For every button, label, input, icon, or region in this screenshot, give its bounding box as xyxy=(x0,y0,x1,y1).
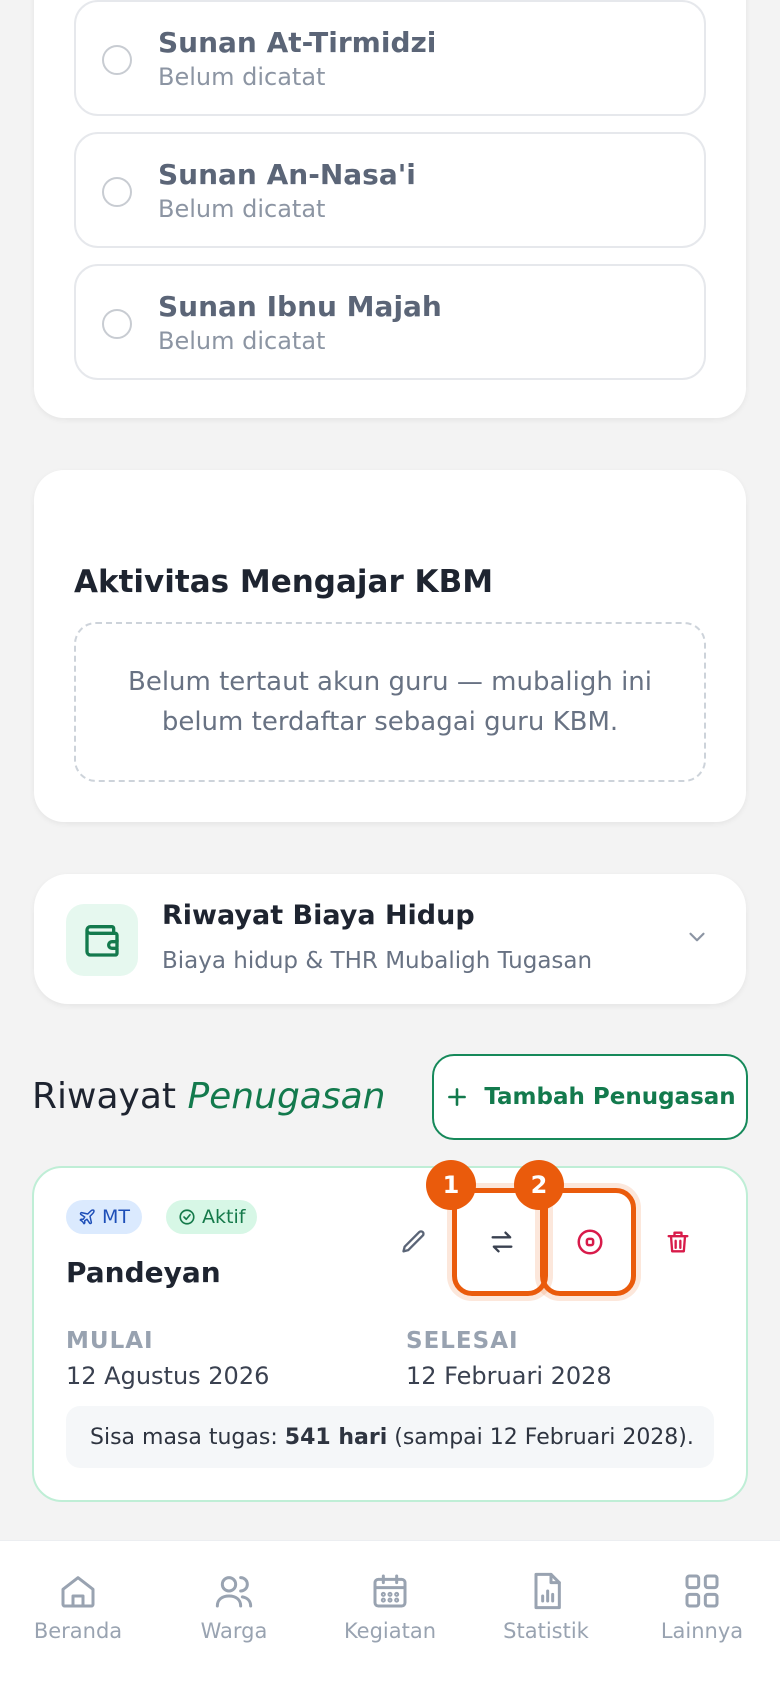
kbm-title: Aktivitas Mengajar KBM xyxy=(74,564,494,600)
tambah-penugasan-button[interactable]: Tambah Penugasan xyxy=(432,1054,748,1140)
stats-icon xyxy=(534,1572,561,1610)
nav-item-lainnya[interactable]: Lainnya xyxy=(632,1571,772,1643)
radio-circle[interactable] xyxy=(102,177,132,207)
book-status: Belum dicatat xyxy=(158,63,326,91)
nav-item-warga[interactable]: Warga xyxy=(164,1571,304,1643)
wallet-icon xyxy=(66,904,138,976)
book-item-tirmidzi[interactable]: Sunan At-Tirmidzi Belum dicatat xyxy=(74,0,706,116)
sisa-suffix: (sampai 12 Februari 2028). xyxy=(394,1424,694,1450)
nav-label: Statistik xyxy=(503,1619,589,1643)
nav-item-kegiatan[interactable]: Kegiatan xyxy=(320,1571,460,1643)
radio-circle[interactable] xyxy=(102,309,132,339)
biaya-title: Riwayat Biaya Hidup xyxy=(162,900,475,931)
start-label: MULAI xyxy=(66,1328,154,1354)
remaining-duration: Sisa masa tugas: 541 hari (sampai 12 Feb… xyxy=(66,1406,714,1468)
status-badge: Aktif xyxy=(166,1200,258,1234)
end-date: 12 Februari 2028 xyxy=(406,1362,612,1390)
users-icon xyxy=(215,1576,253,1608)
highlight-number-2: 2 xyxy=(514,1160,564,1210)
plus-icon xyxy=(448,1088,467,1106)
title-plain: Riwayat xyxy=(32,1076,176,1117)
kbm-empty-state: Belum tertaut akun guru — mubaligh ini b… xyxy=(74,622,706,782)
type-badge-label: MT xyxy=(102,1206,130,1228)
book-title: Sunan An-Nasa'i xyxy=(158,158,416,191)
start-date: 12 Agustus 2026 xyxy=(66,1362,270,1390)
delete-button[interactable] xyxy=(658,1222,698,1262)
sisa-days: 541 hari xyxy=(284,1424,388,1450)
plane-icon xyxy=(79,1209,95,1225)
nav-label: Kegiatan xyxy=(343,1619,437,1643)
sisa-prefix: Sisa masa tugas: xyxy=(90,1424,278,1450)
riwayat-penugasan-title: Riwayat Penugasan xyxy=(32,1076,386,1117)
nav-label: Warga xyxy=(200,1619,268,1643)
book-status: Belum dicatat xyxy=(158,327,326,355)
nav-item-statistik[interactable]: Statistik xyxy=(476,1571,616,1643)
chevron-down-icon[interactable] xyxy=(684,924,710,954)
biaya-subtitle: Biaya hidup & THR Mubaligh Tugasan xyxy=(162,948,593,974)
trash-icon xyxy=(667,1231,689,1253)
book-title: Sunan At-Tirmidzi xyxy=(158,26,437,59)
home-icon xyxy=(61,1576,95,1608)
radio-circle[interactable] xyxy=(102,45,132,75)
assignment-card: MT Aktif Pandeyan 1 2 MULAI 12 Agustus 2… xyxy=(32,1160,748,1502)
pencil-icon xyxy=(402,1230,425,1253)
tambah-penugasan-label: Tambah Penugasan xyxy=(484,1084,736,1110)
book-title: Sunan Ibnu Majah xyxy=(158,290,442,323)
kbm-empty-message: Belum tertaut akun guru — mubaligh ini b… xyxy=(127,667,653,737)
calendar-icon xyxy=(373,1574,407,1608)
status-badge-label: Aktif xyxy=(202,1206,246,1228)
biaya-hidup-card[interactable]: Riwayat Biaya Hidup Biaya hidup & THR Mu… xyxy=(34,874,746,1004)
highlight-number-1: 1 xyxy=(426,1160,476,1210)
book-item-ibnu-majah[interactable]: Sunan Ibnu Majah Belum dicatat xyxy=(74,264,706,380)
grid-icon xyxy=(685,1574,719,1608)
title-italic: Penugasan xyxy=(187,1076,386,1117)
type-badge: MT xyxy=(66,1200,142,1234)
edit-button[interactable] xyxy=(394,1222,434,1262)
hadith-progress-card: Sunan At-Tirmidzi Belum dicatat Sunan An… xyxy=(34,0,746,418)
bottom-navigation: Beranda Warga Kegiatan Statistik Lainnya xyxy=(0,1540,780,1688)
check-circle-icon xyxy=(179,1209,195,1225)
assignment-place: Pandeyan xyxy=(66,1256,221,1289)
kbm-card: Aktivitas Mengajar KBM Belum tertaut aku… xyxy=(34,470,746,822)
nav-label: Beranda xyxy=(33,1619,123,1643)
book-status: Belum dicatat xyxy=(158,195,326,223)
book-item-nasai[interactable]: Sunan An-Nasa'i Belum dicatat xyxy=(74,132,706,248)
end-label: SELESAI xyxy=(406,1328,519,1354)
nav-item-beranda[interactable]: Beranda xyxy=(8,1571,148,1643)
nav-label: Lainnya xyxy=(660,1619,744,1643)
